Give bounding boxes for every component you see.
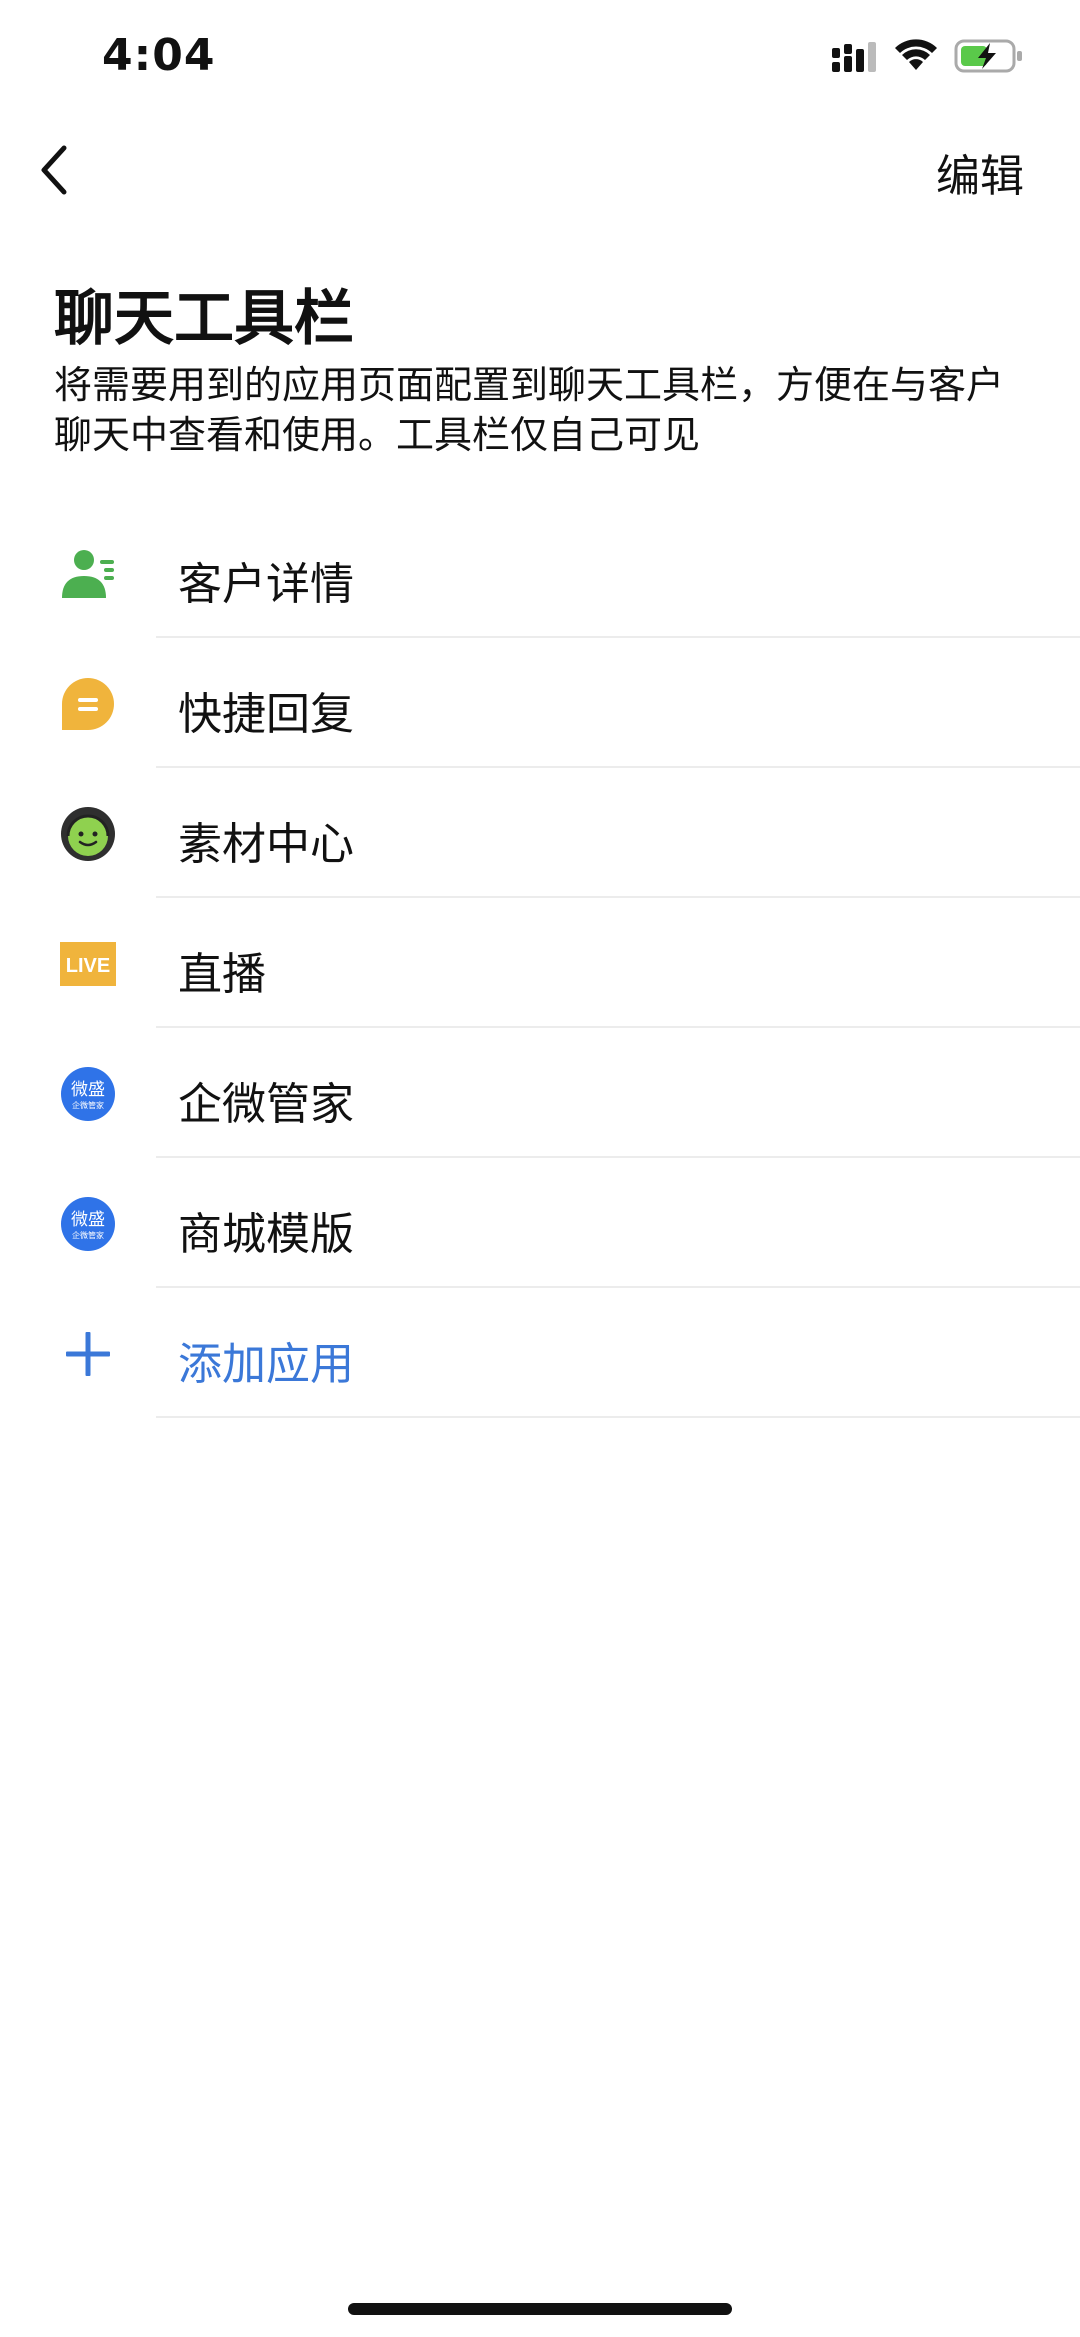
material-center-icon xyxy=(61,807,115,861)
list-item-live[interactable]: LIVE 直播 xyxy=(0,898,1080,1028)
svg-text:LIVE: LIVE xyxy=(66,955,110,977)
list-item-quick-reply[interactable]: 快捷回复 xyxy=(0,638,1080,768)
weisheng-icon: 微盛 企微管家 xyxy=(61,1197,115,1251)
customer-detail-icon xyxy=(62,550,114,598)
home-indicator[interactable] xyxy=(348,2303,732,2315)
page-title: 聊天工具栏 xyxy=(54,284,354,354)
cellular-signal-icon xyxy=(832,42,876,72)
svg-text:微盛: 微盛 xyxy=(71,1210,105,1230)
navigation-bar xyxy=(0,120,1080,220)
list-item-label: 直播 xyxy=(178,949,266,1000)
list-item-material-center[interactable]: 素材中心 xyxy=(0,768,1080,898)
list-item-label: 客户详情 xyxy=(178,559,354,610)
wifi-icon xyxy=(895,39,937,70)
quick-reply-icon xyxy=(62,678,114,730)
page-description: 将需要用到的应用页面配置到聊天工具栏，方便在与客户聊天中查看和使用。工具栏仅自己… xyxy=(54,363,1005,457)
add-app-label: 添加应用 xyxy=(178,1339,354,1390)
svg-text:企微管家: 企微管家 xyxy=(72,1230,104,1240)
weisheng-icon: 微盛 企微管家 xyxy=(61,1067,115,1121)
list-item-label: 素材中心 xyxy=(178,819,354,870)
list-item-label: 企微管家 xyxy=(178,1079,354,1130)
status-time: 4:04 xyxy=(102,30,216,81)
svg-text:企微管家: 企微管家 xyxy=(72,1100,104,1110)
list-item-label: 商城模版 xyxy=(178,1209,354,1260)
back-chevron-icon[interactable] xyxy=(30,140,80,200)
list-item-customer-detail[interactable]: 客户详情 xyxy=(0,508,1080,638)
divider xyxy=(156,1416,1080,1418)
toolbar-app-list: 客户详情 快捷回复 素材中心 LIVE 直播 微盛 企微管家 企微管家 微盛 企… xyxy=(0,508,1080,1418)
add-app-button[interactable]: 添加应用 xyxy=(0,1288,1080,1418)
list-item-weisheng-manager[interactable]: 微盛 企微管家 企微管家 xyxy=(0,1028,1080,1158)
live-icon: LIVE xyxy=(60,942,116,986)
status-bar: 4:04 xyxy=(0,0,1080,120)
battery-charging-icon xyxy=(954,39,1022,73)
svg-text:微盛: 微盛 xyxy=(71,1080,105,1100)
edit-button[interactable]: 编辑 xyxy=(936,140,1024,204)
list-item-mall-template[interactable]: 微盛 企微管家 商城模版 xyxy=(0,1158,1080,1288)
list-item-label: 快捷回复 xyxy=(178,689,354,740)
plus-icon xyxy=(66,1332,110,1376)
